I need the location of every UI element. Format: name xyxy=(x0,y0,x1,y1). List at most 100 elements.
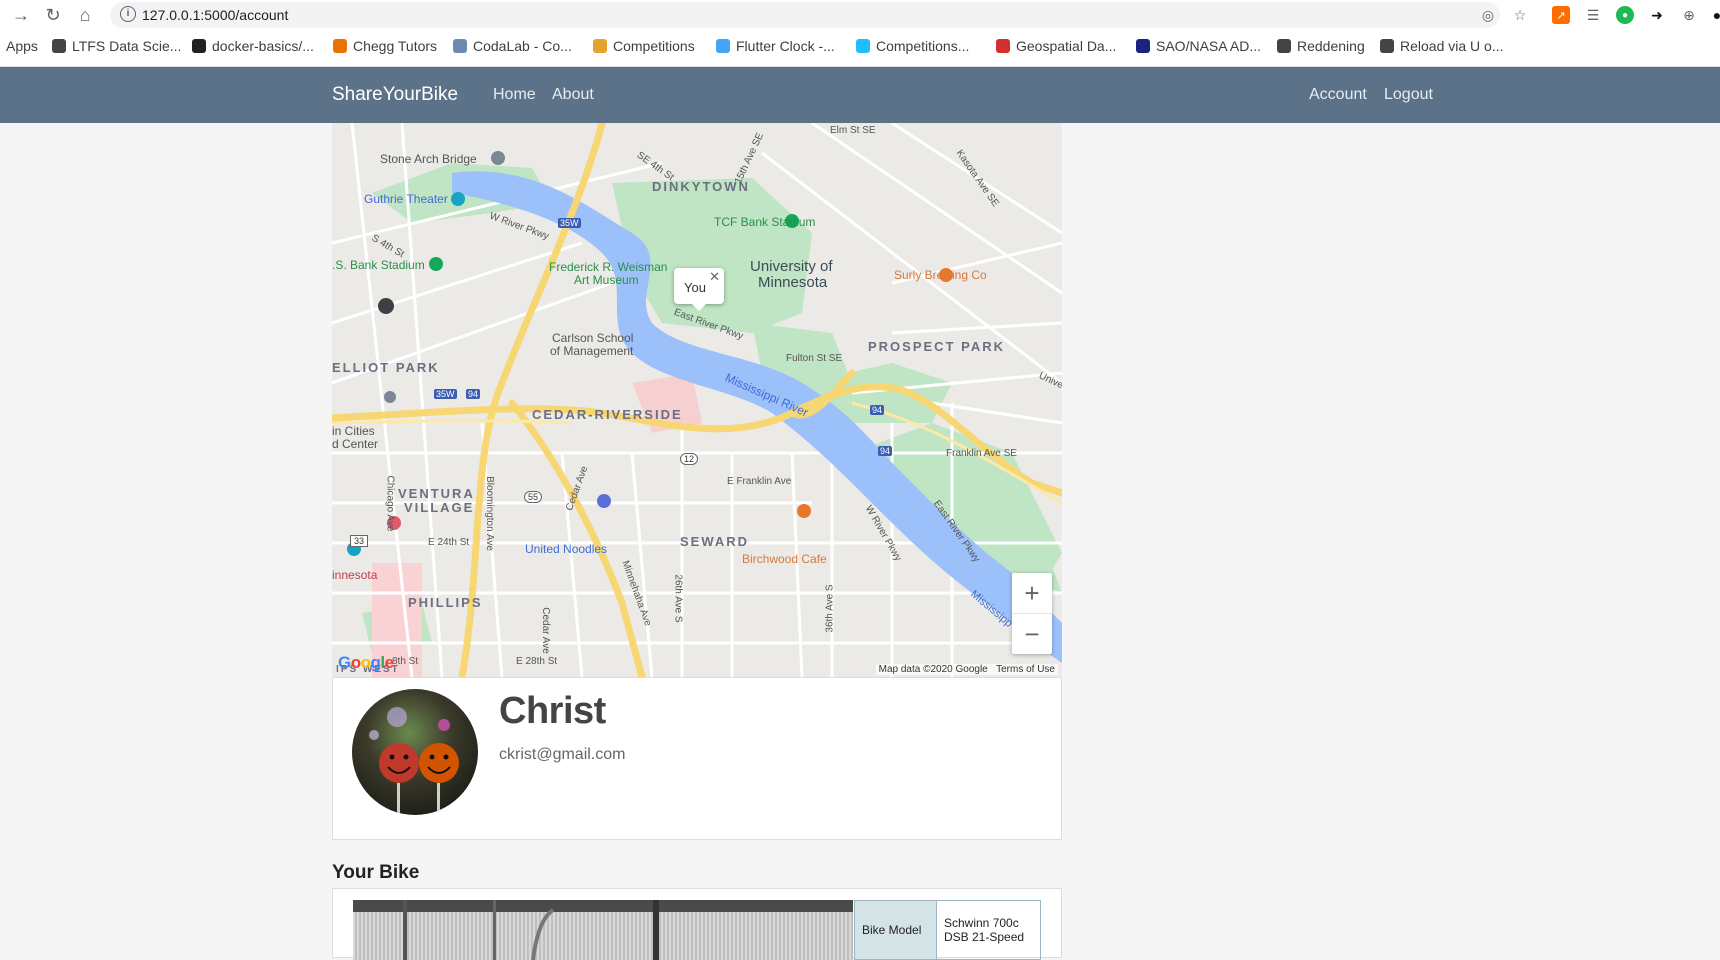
map-label-twin: in Cities xyxy=(332,424,375,438)
terms-link[interactable]: Terms of Use xyxy=(996,664,1055,675)
shield-35w-b: 35W xyxy=(434,389,457,399)
bike-photo xyxy=(353,900,853,960)
you-label: You xyxy=(684,280,706,295)
bookmark-label: Reddening xyxy=(1297,38,1365,54)
shield-35w-a: 35W xyxy=(558,218,581,228)
bookmark-label: Chegg Tutors xyxy=(353,38,438,54)
map-label-ventura-2: VILLAGE xyxy=(404,500,475,515)
bike-photo-art xyxy=(353,900,853,960)
map-label-chicago: Chicago Ave xyxy=(384,475,396,532)
bookmark-item[interactable]: SAO/NASA AD... xyxy=(1136,38,1261,54)
map-label-36th: 36th Ave S xyxy=(824,584,836,633)
bookmark-label: Competitions... xyxy=(876,38,970,54)
shield-12: 12 xyxy=(680,453,699,465)
shield-33: 33 xyxy=(350,535,369,547)
map-label-birchwood: Birchwood Cafe xyxy=(742,552,827,566)
google-logo: Google xyxy=(338,653,394,672)
bookmark-item[interactable]: docker-basics/... xyxy=(192,38,314,54)
map-label-carlson: Carlson School xyxy=(552,331,634,345)
extension-circle-icon[interactable]: ● xyxy=(1616,6,1634,24)
globe-icon xyxy=(1277,39,1291,53)
bookmark-item[interactable]: Competitions xyxy=(593,38,695,54)
browser-chrome: → ↻ ⌂ i 127.0.0.1:5000/account ◎ ☆ ↗ ☰ ●… xyxy=(0,0,1720,67)
map-label-prospect: PROSPECT PARK xyxy=(868,339,1005,354)
map-label-efranklin: E Franklin Ave xyxy=(727,476,792,487)
bookmark-item[interactable]: Competitions... xyxy=(856,38,969,54)
map-label-elliot: ELLIOT PARK xyxy=(332,360,440,375)
extension-globe-icon[interactable]: ⊕ xyxy=(1680,6,1698,24)
profile-icon[interactable]: ● xyxy=(1708,6,1720,24)
browser-toolbar: → ↻ ⌂ i 127.0.0.1:5000/account ◎ ☆ ↗ ☰ ●… xyxy=(0,0,1720,30)
github-icon xyxy=(192,39,206,53)
profile-card: Christ ckrist@gmail.com xyxy=(332,677,1062,840)
zoom-control: + − xyxy=(1012,573,1052,654)
nav-home-link[interactable]: Home xyxy=(493,86,536,104)
table-row: Bike Model Schwinn 700c DSB 21-Speed xyxy=(854,900,1041,960)
shield-94-a: 94 xyxy=(466,389,481,399)
bookmark-label: LTFS Data Scie... xyxy=(72,38,182,54)
bookmark-item[interactable]: Reload via U o... xyxy=(1380,38,1504,54)
map-label-franklin-se: Franklin Ave SE xyxy=(946,448,1017,459)
map-canvas[interactable] xyxy=(332,123,1062,677)
map-label-e24: E 24th St xyxy=(428,537,470,548)
forward-icon[interactable]: → xyxy=(10,4,32,26)
map-label-usbank: .S. Bank Stadium xyxy=(332,258,425,272)
extension-chart-icon[interactable]: ↗ xyxy=(1552,6,1570,24)
bookmark-label: Geospatial Da... xyxy=(1016,38,1117,54)
bookmark-item[interactable]: Apps xyxy=(6,38,38,54)
bike-details-table: Bike Model Schwinn 700c DSB 21-Speed xyxy=(854,900,1041,960)
you-info-window[interactable]: You ✕ xyxy=(674,268,724,311)
map-label-elm: Elm St SE xyxy=(830,125,876,136)
bookmark-item[interactable]: CodaLab - Co... xyxy=(453,38,572,54)
home-icon[interactable]: ⌂ xyxy=(74,4,96,26)
info-icon xyxy=(996,39,1010,53)
avatar xyxy=(352,689,478,815)
nav-logout-link[interactable]: Logout xyxy=(1384,86,1433,104)
map-label-umn-2: Minnesota xyxy=(758,274,828,291)
ads-icon xyxy=(1136,39,1150,53)
bookmark-label: SAO/NASA AD... xyxy=(1156,38,1262,54)
location-icon[interactable]: ◎ xyxy=(1479,6,1497,24)
address-bar[interactable]: i 127.0.0.1:5000/account xyxy=(110,2,1500,28)
chegg-icon xyxy=(333,39,347,53)
map-label-fulton: Fulton St SE xyxy=(786,353,843,364)
bookmark-item[interactable]: Chegg Tutors xyxy=(333,38,437,54)
profile-email: ckrist@gmail.com xyxy=(499,746,626,763)
map-label-8th: 8th St xyxy=(392,656,419,667)
bookmark-label: docker-basics/... xyxy=(212,38,314,54)
bookmark-label: CodaLab - Co... xyxy=(473,38,572,54)
extension-list-icon[interactable]: ☰ xyxy=(1584,6,1602,24)
map-label-noodles: United Noodles xyxy=(525,542,608,556)
bookmarks-bar: Apps LTFS Data Scie... docker-basics/... Ch… xyxy=(0,33,1720,61)
star-icon[interactable]: ☆ xyxy=(1511,6,1529,24)
google-map[interactable]: Stone Arch Bridge DINKYTOWN Guthrie Thea… xyxy=(332,123,1062,677)
bookmark-item[interactable]: Reddening xyxy=(1277,38,1365,54)
nav-account-link[interactable]: Account xyxy=(1309,86,1367,104)
map-label-weisman-2: Art Museum xyxy=(574,273,639,287)
bookmark-label: Reload via U o... xyxy=(1400,38,1504,54)
shield-94-c: 94 xyxy=(878,446,893,456)
url-text[interactable]: 127.0.0.1:5000/account xyxy=(142,7,288,23)
bookmark-item[interactable]: Geospatial Da... xyxy=(996,38,1116,54)
profile-name: Christ xyxy=(499,690,606,732)
map-label-cedar: CEDAR-RIVERSIDE xyxy=(532,407,683,422)
map-label-tcf: TCF Bank Stadium xyxy=(714,215,816,229)
flutter-icon xyxy=(716,39,730,53)
nav-about-link[interactable]: About xyxy=(552,86,594,104)
map-label-twin-2: d Center xyxy=(332,437,379,451)
brand-link[interactable]: ShareYourBike xyxy=(332,84,458,106)
info-icon[interactable]: i xyxy=(120,6,136,22)
zoom-out-button[interactable]: − xyxy=(1012,614,1052,654)
bookmark-item[interactable]: Flutter Clock -... xyxy=(716,38,835,54)
globe-icon xyxy=(1380,39,1394,53)
bookmark-item[interactable]: LTFS Data Scie... xyxy=(52,38,181,54)
kaggle-icon xyxy=(856,39,870,53)
zoom-in-button[interactable]: + xyxy=(1012,573,1052,613)
reload-icon[interactable]: ↻ xyxy=(42,4,64,26)
map-label-seward: SEWARD xyxy=(680,534,750,549)
close-icon[interactable]: ✕ xyxy=(709,269,720,285)
extension-arrow-icon[interactable]: ➜ xyxy=(1648,6,1666,24)
map-label-e28: E 28th St xyxy=(516,656,558,667)
map-label-phillips: PHILLIPS xyxy=(408,595,483,610)
bike-model-key: Bike Model xyxy=(854,900,937,960)
